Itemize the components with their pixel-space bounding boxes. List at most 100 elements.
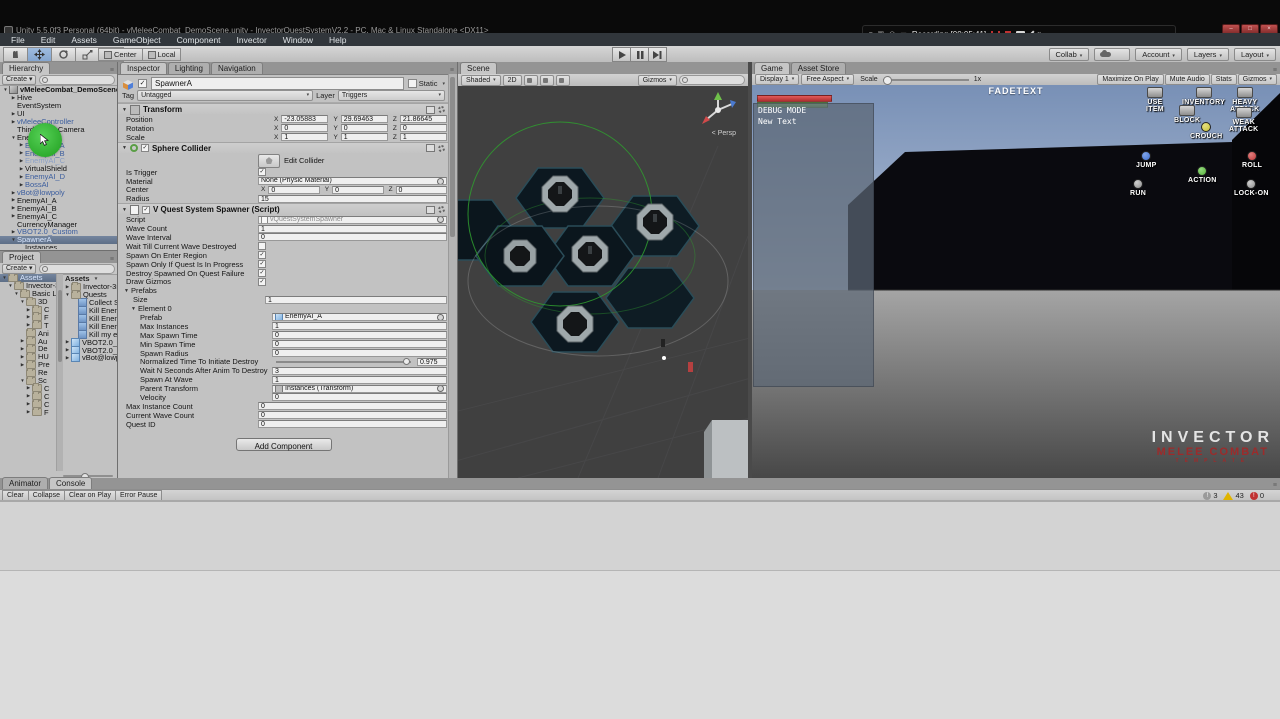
help-icon[interactable]	[426, 106, 435, 114]
step-button[interactable]	[648, 47, 667, 62]
static-checkbox[interactable]	[408, 79, 417, 88]
foldout-arrow-icon[interactable]: ▼	[122, 107, 127, 113]
panel-menu-icon[interactable]: ≡	[1273, 482, 1280, 489]
foldout-arrow-icon[interactable]: ▼	[122, 145, 127, 151]
panel-menu-icon[interactable]: ≡	[110, 256, 117, 263]
foldout-arrow-icon[interactable]: ▶	[25, 307, 32, 313]
foldout-arrow-icon[interactable]: ▶	[18, 166, 25, 172]
hand-tool-icon[interactable]	[3, 47, 28, 62]
menu-gameobject[interactable]: GameObject	[106, 35, 168, 45]
object-picker-icon[interactable]	[437, 216, 444, 223]
x-value-field[interactable]: 0	[281, 124, 328, 132]
foldout-arrow-icon[interactable]: ▶	[10, 95, 17, 101]
foldout-arrow-icon[interactable]: ▶	[18, 158, 25, 164]
foldout-arrow-icon[interactable]: ▶	[64, 339, 71, 345]
foldout-arrow-icon[interactable]: ▶	[10, 213, 17, 219]
object-field[interactable]: EnemyAI_A	[272, 313, 447, 321]
x-value-field[interactable]: 0	[268, 186, 319, 194]
game-mute-audio-button[interactable]: Mute Audio	[1165, 74, 1210, 85]
component-enabled-checkbox[interactable]: ✓	[141, 144, 149, 152]
object-picker-icon[interactable]	[437, 178, 444, 185]
text-field[interactable]: 3	[272, 367, 447, 375]
text-field[interactable]: 15	[258, 195, 447, 203]
foldout-arrow-icon[interactable]: ▶	[19, 354, 26, 360]
foldout-arrow-icon[interactable]: ▶	[18, 182, 25, 188]
create-button[interactable]: Create ▾	[2, 264, 36, 274]
menu-edit[interactable]: Edit	[34, 35, 63, 45]
object-field[interactable]: None (Physic Material)	[258, 177, 447, 185]
text-field[interactable]: 0	[258, 411, 447, 419]
console-warning-toggle[interactable]: 43	[1223, 491, 1243, 500]
foldout-arrow-icon[interactable]: ▶	[19, 346, 26, 352]
checkbox[interactable]: ✓	[258, 168, 266, 176]
x-value-field[interactable]: 1	[281, 133, 328, 141]
object-picker-icon[interactable]	[437, 385, 444, 392]
perspective-label[interactable]: < Persp	[712, 130, 736, 137]
pause-button[interactable]	[630, 47, 649, 62]
text-field[interactable]: 0	[258, 420, 447, 428]
component-enabled-checkbox[interactable]: ✓	[142, 206, 150, 214]
foldout-arrow-icon[interactable]: ▶	[25, 401, 32, 407]
console-info-toggle[interactable]: !3	[1203, 491, 1217, 500]
menu-component[interactable]: Component	[170, 35, 228, 45]
tab-scene[interactable]: Scene	[460, 62, 497, 74]
pivot-toggle[interactable]: Center	[98, 48, 143, 61]
x-value-field[interactable]: -23.05883	[281, 115, 328, 123]
gameobject-name-field[interactable]: SpawnerA	[151, 77, 404, 90]
rotate-tool-icon[interactable]	[51, 47, 76, 62]
checkbox[interactable]	[258, 242, 266, 250]
y-value-field[interactable]: 0	[332, 186, 383, 194]
move-tool-icon[interactable]	[27, 47, 52, 62]
text-field[interactable]: 1	[265, 296, 447, 304]
checkbox[interactable]: ✓	[258, 251, 266, 259]
shading-mode-dropdown[interactable]: Shaded▾	[461, 75, 501, 86]
project-folder-f[interactable]: ▶F	[0, 408, 56, 416]
active-checkbox[interactable]: ✓	[138, 79, 147, 88]
gear-icon[interactable]	[438, 145, 445, 152]
tab-asset-store[interactable]: Asset Store	[791, 62, 846, 74]
tab-console[interactable]: Console	[49, 477, 92, 489]
text-field[interactable]: 0	[272, 331, 447, 339]
foldout-arrow-icon[interactable]: ▼	[131, 306, 136, 312]
checkbox[interactable]: ✓	[258, 260, 266, 268]
foldout-arrow-icon[interactable]: ▼	[122, 207, 127, 213]
tab-game[interactable]: Game	[754, 62, 790, 74]
scene-effects-icon[interactable]	[556, 75, 570, 86]
help-icon[interactable]	[426, 206, 435, 214]
2d-toggle[interactable]: 2D	[503, 75, 522, 86]
slider-track[interactable]	[276, 361, 411, 363]
foldout-arrow-icon[interactable]: ▶	[10, 197, 17, 203]
foldout-arrow-icon[interactable]: ▶	[10, 119, 17, 125]
search-input[interactable]	[39, 75, 115, 85]
scale-tool-icon[interactable]	[75, 47, 100, 62]
foldout-arrow-icon[interactable]: ▶	[10, 229, 17, 235]
game-gizmos-button[interactable]: Gizmos▾	[1238, 74, 1277, 85]
slider-knob[interactable]	[883, 76, 892, 85]
collab-button[interactable]: Collab▾	[1049, 48, 1090, 61]
scene-audio-icon[interactable]	[524, 75, 538, 86]
z-value-field[interactable]: 0	[396, 186, 447, 194]
slider-value-field[interactable]: 0.975	[417, 358, 447, 366]
static-toggle[interactable]: Static▾	[408, 79, 445, 88]
foldout-arrow-icon[interactable]: ▶	[10, 205, 17, 211]
foldout-arrow-icon[interactable]: ▶	[25, 314, 32, 320]
z-value-field[interactable]: 0	[400, 124, 447, 132]
slider-knob[interactable]	[403, 358, 410, 365]
toolbar-account-dropdown[interactable]: Account▾	[1135, 48, 1182, 61]
game-viewport[interactable]: FADETEXT DEBUG MODE New Text USE ITEMINV…	[752, 85, 1280, 478]
scene-lighting-icon[interactable]	[540, 75, 554, 86]
text-field[interactable]: 1	[272, 376, 447, 384]
search-input[interactable]	[39, 264, 115, 274]
hierarchy-item-enemyai-d[interactable]: ▶EnemyAI_D	[0, 173, 117, 181]
layer-dropdown[interactable]: Triggers▾	[338, 90, 445, 101]
create-button[interactable]: Create ▾	[2, 75, 36, 85]
foldout-arrow-icon[interactable]: ▼	[19, 378, 26, 383]
foldout-arrow-icon[interactable]: ▼	[10, 135, 17, 140]
tab-hierarchy[interactable]: Hierarchy	[2, 62, 50, 74]
hierarchy-item-spawnera[interactable]: ▼SpawnerA	[0, 236, 117, 244]
foldout-arrow-icon[interactable]: ▶	[64, 355, 71, 361]
project-tree-scrollbar[interactable]	[57, 274, 63, 471]
z-value-field[interactable]: 1	[400, 133, 447, 141]
foldout-arrow-icon[interactable]: ▼	[19, 299, 26, 304]
text-field[interactable]: 0	[272, 393, 447, 401]
